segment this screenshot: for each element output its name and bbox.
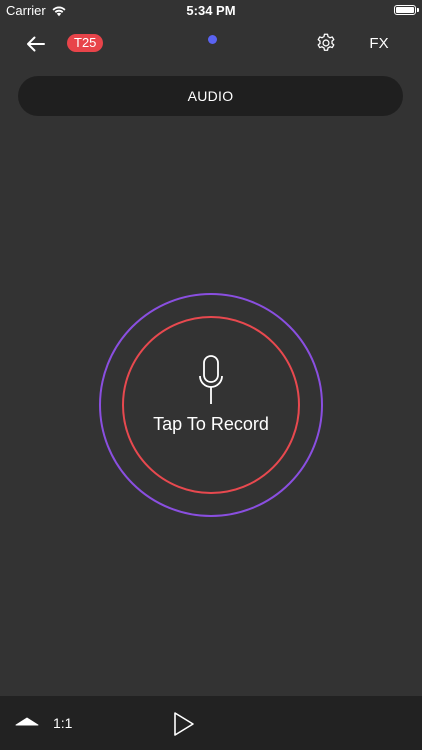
count-badge: T25 [67, 34, 104, 52]
arrow-left-icon [27, 36, 45, 52]
record-label: Tap To Record [153, 414, 269, 434]
microphone-icon [199, 355, 223, 404]
gear-icon [317, 33, 335, 51]
top-toolbar: T25 FX [0, 28, 422, 60]
battery-icon [394, 5, 419, 15]
back-button[interactable] [22, 30, 50, 58]
bottom-bar: 1:1 [0, 696, 422, 750]
tab-selected-indicator [208, 35, 217, 44]
fx-button[interactable]: FX [365, 34, 393, 54]
aspect-ratio-button[interactable]: 1:1 [53, 715, 72, 731]
status-time: 5:34 PM [186, 3, 236, 18]
battery-level [396, 7, 414, 13]
screen: Carrier 5:34 PM T25 FX AUDIO Tap To Reco… [0, 0, 422, 750]
chevron-up-icon[interactable] [14, 714, 40, 730]
settings-button[interactable] [313, 30, 339, 56]
tab-audio[interactable]: AUDIO [18, 76, 403, 116]
play-icon[interactable] [172, 711, 196, 737]
tab-bar: AUDIO [18, 76, 403, 116]
battery-tip [417, 8, 419, 12]
status-bar: Carrier 5:34 PM [0, 0, 422, 22]
